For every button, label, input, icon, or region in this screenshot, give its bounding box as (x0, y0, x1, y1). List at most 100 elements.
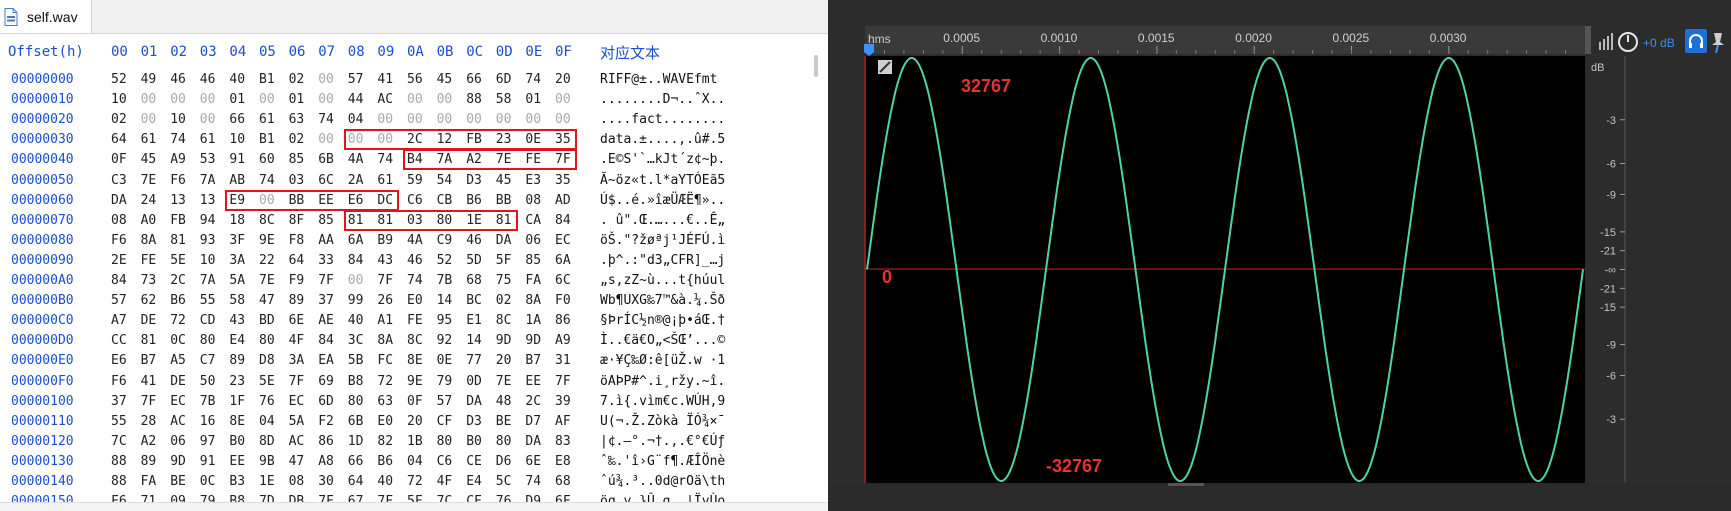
hex-byte[interactable]: 00 (318, 72, 334, 87)
hex-byte[interactable]: D6 (496, 454, 512, 469)
hex-byte[interactable]: C7 (200, 353, 216, 368)
hex-byte[interactable]: 02 (111, 112, 127, 127)
hex-byte[interactable]: DA (111, 193, 127, 208)
hex-byte[interactable]: 4F (437, 474, 453, 489)
hex-byte[interactable]: F6 (170, 173, 186, 188)
hex-byte[interactable]: 9E (259, 233, 275, 248)
hex-byte[interactable]: FB (170, 213, 186, 228)
hex-byte[interactable]: 6C (555, 273, 571, 288)
hex-byte[interactable]: 53 (200, 152, 216, 167)
hex-byte[interactable]: 20 (407, 414, 423, 429)
hex-byte[interactable]: 3A (229, 253, 245, 268)
hex-byte[interactable]: D8 (259, 353, 275, 368)
hex-byte[interactable]: 43 (229, 313, 245, 328)
row-text-preview[interactable]: ˆ‰.'î›G¨f¶.ÆÎÖnè (600, 454, 725, 469)
hex-byte[interactable]: 6E (525, 454, 541, 469)
hex-byte[interactable]: AC (170, 414, 186, 429)
hex-byte[interactable]: 61 (377, 173, 393, 188)
hex-byte[interactable]: 5D (466, 253, 482, 268)
hex-byte[interactable]: 8A (377, 333, 393, 348)
hex-byte[interactable]: 6C (318, 173, 334, 188)
row-text-preview[interactable]: öAÞP#^.i¸ržy.~î. (600, 374, 725, 389)
hex-byte[interactable]: 85 (289, 152, 305, 167)
hex-byte[interactable]: B7 (525, 353, 541, 368)
hex-byte[interactable]: D7 (525, 414, 541, 429)
hex-byte[interactable]: 57 (111, 293, 127, 308)
hex-byte[interactable]: 00 (466, 112, 482, 127)
row-text-preview[interactable]: „s,zZ~ù...t{húul (600, 273, 725, 288)
hex-byte[interactable]: 9E (407, 374, 423, 389)
hex-byte[interactable]: 85 (318, 213, 334, 228)
hex-byte[interactable]: 10 (229, 132, 245, 147)
hex-byte[interactable]: 7A (200, 173, 216, 188)
hex-byte[interactable]: 86 (318, 434, 334, 449)
hex-byte[interactable]: B9 (377, 233, 393, 248)
hex-byte[interactable]: 41 (377, 72, 393, 87)
hex-byte[interactable]: 02 (289, 72, 305, 87)
hex-byte[interactable]: 20 (496, 353, 512, 368)
hex-byte[interactable]: 91 (229, 152, 245, 167)
hex-byte[interactable]: E1 (466, 313, 482, 328)
hex-byte[interactable]: 62 (141, 293, 157, 308)
hex-byte[interactable]: 46 (407, 253, 423, 268)
hex-byte[interactable]: 7F (555, 374, 571, 389)
hex-byte[interactable]: 0D (466, 374, 482, 389)
hex-byte[interactable]: B3 (229, 474, 245, 489)
hex-byte[interactable]: 81 (141, 333, 157, 348)
hex-byte[interactable]: A9 (170, 152, 186, 167)
hex-byte[interactable]: 08 (111, 213, 127, 228)
hex-byte[interactable]: AA (318, 233, 334, 248)
hex-byte[interactable]: 82 (377, 434, 393, 449)
hex-byte[interactable]: 8E (407, 353, 423, 368)
hex-byte[interactable]: CC (111, 333, 127, 348)
hex-byte[interactable]: C3 (111, 173, 127, 188)
hex-byte[interactable]: 37 (111, 394, 127, 409)
hex-byte[interactable]: 2C (170, 273, 186, 288)
hex-byte[interactable]: 74 (407, 273, 423, 288)
hex-byte[interactable]: 73 (141, 273, 157, 288)
hex-byte[interactable]: A7 (111, 313, 127, 328)
hex-byte[interactable]: 01 (525, 92, 541, 107)
hex-byte[interactable]: 88 (466, 92, 482, 107)
hex-byte[interactable]: 02 (496, 293, 512, 308)
hex-byte[interactable]: 45 (437, 72, 453, 87)
row-text-preview[interactable]: .þ^.:"d3„CFR]_…j (600, 253, 725, 268)
hex-byte[interactable]: 5B (348, 353, 364, 368)
hex-byte[interactable]: 31 (555, 353, 571, 368)
hex-byte[interactable]: 80 (496, 434, 512, 449)
hex-byte[interactable]: 03 (289, 173, 305, 188)
hex-byte[interactable]: 00 (437, 112, 453, 127)
hex-byte[interactable]: 7B (437, 273, 453, 288)
hex-byte[interactable]: 74 (170, 132, 186, 147)
hex-byte[interactable]: 6D (318, 394, 334, 409)
hex-byte[interactable]: 74 (259, 173, 275, 188)
hex-byte[interactable]: 74 (318, 112, 334, 127)
hex-byte[interactable]: D3 (466, 414, 482, 429)
hex-byte[interactable]: 00 (200, 92, 216, 107)
hex-byte[interactable]: 8D (259, 434, 275, 449)
waveform-view[interactable]: 0.0005 0.0010 0.0015 0.0020 0.0025 0.0030 hms… (828, 0, 1731, 511)
hex-byte[interactable]: 35 (555, 173, 571, 188)
hex-byte[interactable]: B7 (141, 353, 157, 368)
row-text-preview[interactable]: data.±....,.û#.5 (600, 132, 725, 147)
hex-byte[interactable]: FA (141, 474, 157, 489)
hex-byte[interactable]: E6 (111, 353, 127, 368)
hex-byte[interactable]: 74 (525, 72, 541, 87)
hex-byte[interactable]: 2C (525, 394, 541, 409)
hex-byte[interactable]: 83 (555, 434, 571, 449)
hex-byte[interactable]: 00 (525, 112, 541, 127)
hex-byte[interactable]: AB (229, 173, 245, 188)
row-text-preview[interactable]: |¢.—°.¬†.‚.€°€Úƒ (600, 434, 725, 449)
hex-byte[interactable]: DE (141, 313, 157, 328)
hex-byte[interactable]: 1B (407, 434, 423, 449)
hex-byte[interactable]: B1 (259, 72, 275, 87)
hex-byte[interactable]: 84 (111, 273, 127, 288)
hex-byte[interactable]: 24 (141, 193, 157, 208)
hex-byte[interactable]: 13 (170, 193, 186, 208)
hex-byte[interactable]: 01 (229, 92, 245, 107)
hex-byte[interactable]: 50 (200, 374, 216, 389)
hex-byte[interactable]: 14 (437, 293, 453, 308)
hex-byte[interactable]: C6 (407, 193, 423, 208)
hex-byte[interactable]: 00 (200, 112, 216, 127)
row-text-preview[interactable]: ....fact........ (600, 112, 725, 127)
